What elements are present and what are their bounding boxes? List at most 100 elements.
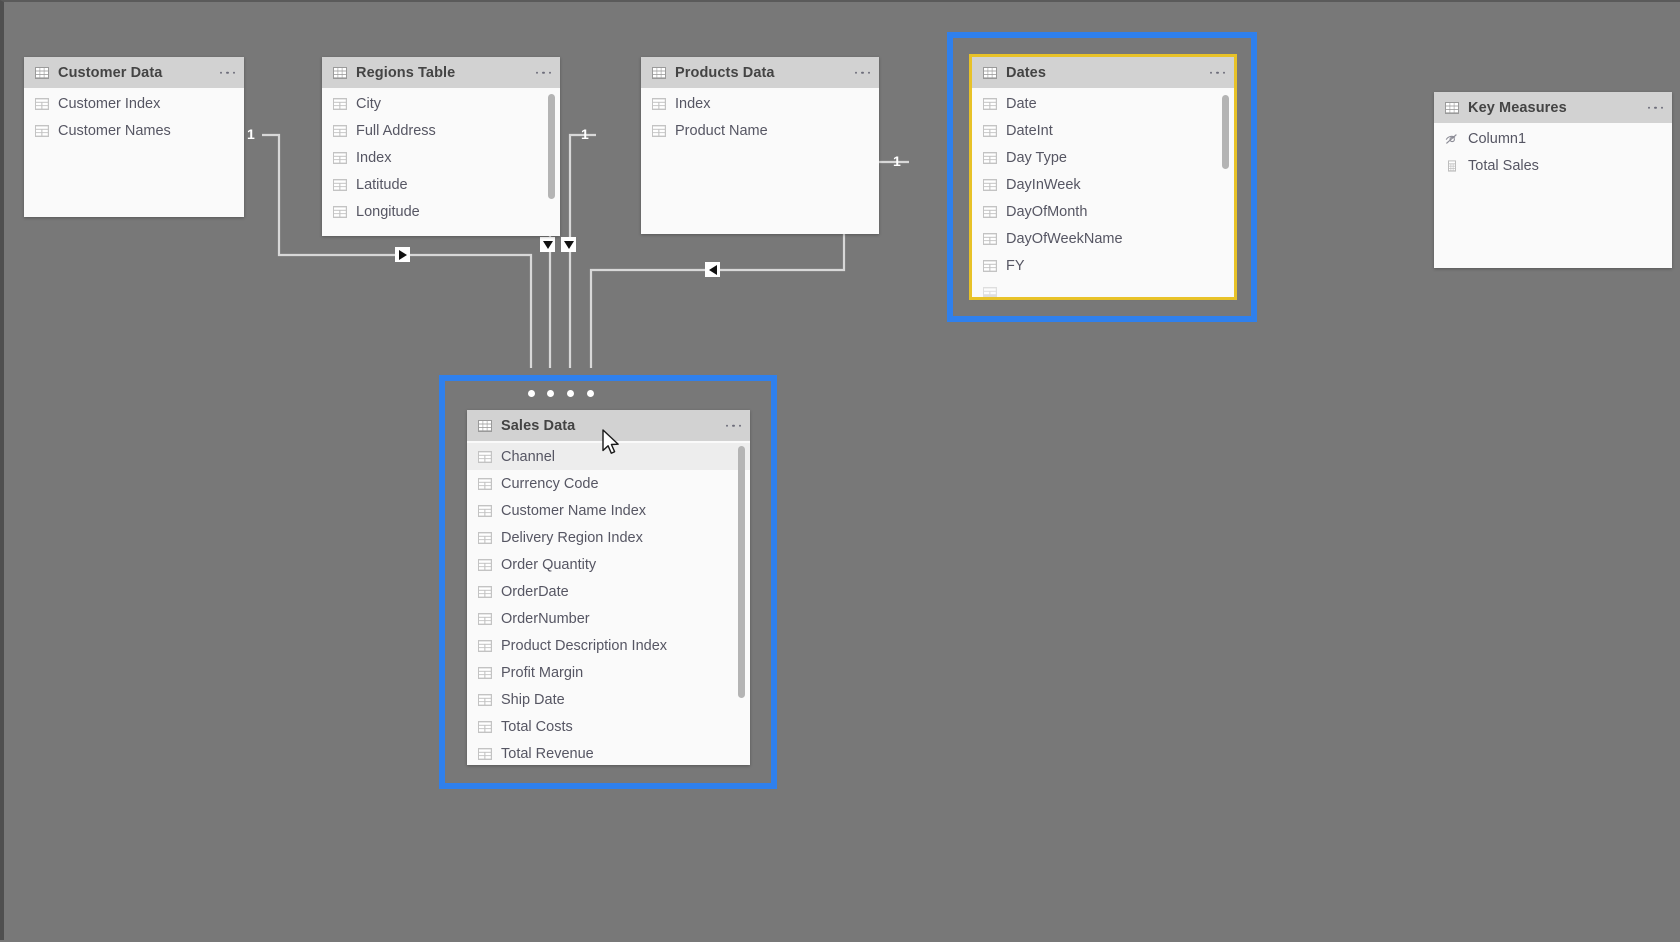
field-row[interactable]: Customer Name Index xyxy=(467,497,750,524)
column-icon xyxy=(333,205,347,218)
field-row[interactable]: Customer Names xyxy=(24,117,244,144)
arrow-right-icon[interactable] xyxy=(395,247,410,262)
field-row[interactable]: Total Revenue xyxy=(467,740,750,765)
field-row[interactable]: Latitude xyxy=(322,171,560,198)
table-menu-icon[interactable] xyxy=(535,71,551,74)
table-header-customer-data[interactable]: Customer Data xyxy=(24,57,244,88)
column-icon xyxy=(478,639,492,652)
table-header-sales-data[interactable]: Sales Data xyxy=(467,410,750,441)
field-row[interactable]: Ship Date xyxy=(467,686,750,713)
field-label: OrderNumber xyxy=(501,610,590,627)
field-label: Customer Index xyxy=(58,95,161,112)
field-list-regions-table: City Full Address Index Latitude Longitu… xyxy=(322,88,560,225)
column-icon xyxy=(478,612,492,625)
field-row[interactable]: Profit Margin xyxy=(467,659,750,686)
field-row[interactable]: Index xyxy=(322,144,560,171)
field-label: DayOfMonth xyxy=(1006,203,1088,220)
field-row[interactable]: Full Address xyxy=(322,117,560,144)
table-icon xyxy=(1445,101,1459,114)
table-card-sales-data[interactable]: Sales Data Channel Currency Code Custome… xyxy=(467,410,750,765)
field-row[interactable]: Day Type xyxy=(972,144,1234,171)
field-row[interactable]: Total Sales xyxy=(1434,152,1672,179)
field-row[interactable]: Total Costs xyxy=(467,713,750,740)
field-row[interactable]: Column1 xyxy=(1434,125,1672,152)
table-menu-icon[interactable] xyxy=(854,71,870,74)
model-view-canvas[interactable]: 1 1 1 1 Customer Data Customer Index Cus… xyxy=(0,0,1680,940)
cardinality-label-products: 1 xyxy=(581,126,589,142)
column-icon xyxy=(333,97,347,110)
field-row[interactable]: Channel xyxy=(467,443,750,470)
table-card-regions-table[interactable]: Regions Table City Full Address Index La… xyxy=(322,57,560,236)
table-icon xyxy=(983,66,997,79)
field-label: FY xyxy=(1006,257,1025,274)
table-card-customer-data[interactable]: Customer Data Customer Index Customer Na… xyxy=(24,57,244,217)
field-row[interactable]: Index xyxy=(641,90,879,117)
field-row[interactable]: DateInt xyxy=(972,117,1234,144)
field-label: Total Costs xyxy=(501,718,573,735)
field-row[interactable]: DayInWeek xyxy=(972,171,1234,198)
field-label: Column1 xyxy=(1468,130,1527,147)
relationship-endpoint-dot xyxy=(528,390,535,397)
column-icon xyxy=(983,97,997,110)
field-list-dates: Date DateInt Day Type DayInWeek DayOfMon… xyxy=(972,88,1234,297)
table-header-dates[interactable]: Dates xyxy=(972,57,1234,88)
field-row[interactable]: Date xyxy=(972,90,1234,117)
field-row-partial[interactable] xyxy=(972,279,1234,297)
table-menu-icon[interactable] xyxy=(1647,106,1663,109)
table-title: Key Measures xyxy=(1468,99,1567,116)
column-icon xyxy=(333,178,347,191)
relationship-endpoint-dot xyxy=(587,390,594,397)
column-icon xyxy=(35,124,49,137)
vertical-scrollbar[interactable] xyxy=(1222,95,1229,169)
field-row[interactable]: Delivery Region Index xyxy=(467,524,750,551)
table-menu-icon[interactable] xyxy=(219,71,235,74)
table-header-products-data[interactable]: Products Data xyxy=(641,57,879,88)
column-icon xyxy=(983,124,997,137)
relationship-endpoint-dot xyxy=(547,390,554,397)
field-row[interactable]: City xyxy=(322,90,560,117)
field-row[interactable]: DayOfMonth xyxy=(972,198,1234,225)
column-icon xyxy=(333,124,347,137)
field-row[interactable]: Longitude xyxy=(322,198,560,225)
arrow-down-icon-products[interactable] xyxy=(561,237,576,252)
table-menu-icon[interactable] xyxy=(725,424,741,427)
field-row[interactable]: Product Name xyxy=(641,117,879,144)
column-icon xyxy=(478,720,492,733)
field-row[interactable]: OrderDate xyxy=(467,578,750,605)
field-label: DayOfWeekName xyxy=(1006,230,1123,247)
table-card-products-data[interactable]: Products Data Index Product Name xyxy=(641,57,879,234)
table-header-key-measures[interactable]: Key Measures xyxy=(1434,92,1672,123)
column-icon xyxy=(983,286,997,297)
field-label: DayInWeek xyxy=(1006,176,1081,193)
column-icon xyxy=(983,205,997,218)
column-icon xyxy=(983,232,997,245)
field-row[interactable]: Customer Index xyxy=(24,90,244,117)
field-row[interactable]: Product Description Index xyxy=(467,632,750,659)
field-label: City xyxy=(356,95,381,112)
table-title: Products Data xyxy=(675,64,775,81)
table-header-regions-table[interactable]: Regions Table xyxy=(322,57,560,88)
table-menu-icon[interactable] xyxy=(1209,71,1225,74)
field-row[interactable]: Order Quantity xyxy=(467,551,750,578)
vertical-scrollbar[interactable] xyxy=(738,446,745,698)
field-row[interactable]: OrderNumber xyxy=(467,605,750,632)
column-icon xyxy=(478,450,492,463)
vertical-scrollbar[interactable] xyxy=(548,94,555,199)
cardinality-label-customer: 1 xyxy=(247,126,255,142)
table-card-dates[interactable]: Dates Date DateInt Day Type DayInWeek Da… xyxy=(972,57,1234,297)
field-label: Longitude xyxy=(356,203,420,220)
field-row[interactable]: FY xyxy=(972,252,1234,279)
field-row[interactable]: DayOfWeekName xyxy=(972,225,1234,252)
table-card-key-measures[interactable]: Key Measures Column1 Total Sales xyxy=(1434,92,1672,268)
field-label: Index xyxy=(356,149,392,166)
arrow-left-icon[interactable] xyxy=(705,262,720,277)
field-row[interactable]: Currency Code xyxy=(467,470,750,497)
cardinality-label-dates: 1 xyxy=(893,153,901,169)
table-icon xyxy=(333,66,347,79)
arrow-down-icon-regions[interactable] xyxy=(540,237,555,252)
table-title: Customer Data xyxy=(58,64,163,81)
field-label: Total Revenue xyxy=(501,745,594,762)
column-icon xyxy=(35,97,49,110)
column-icon xyxy=(478,504,492,517)
field-label: Order Quantity xyxy=(501,556,597,573)
